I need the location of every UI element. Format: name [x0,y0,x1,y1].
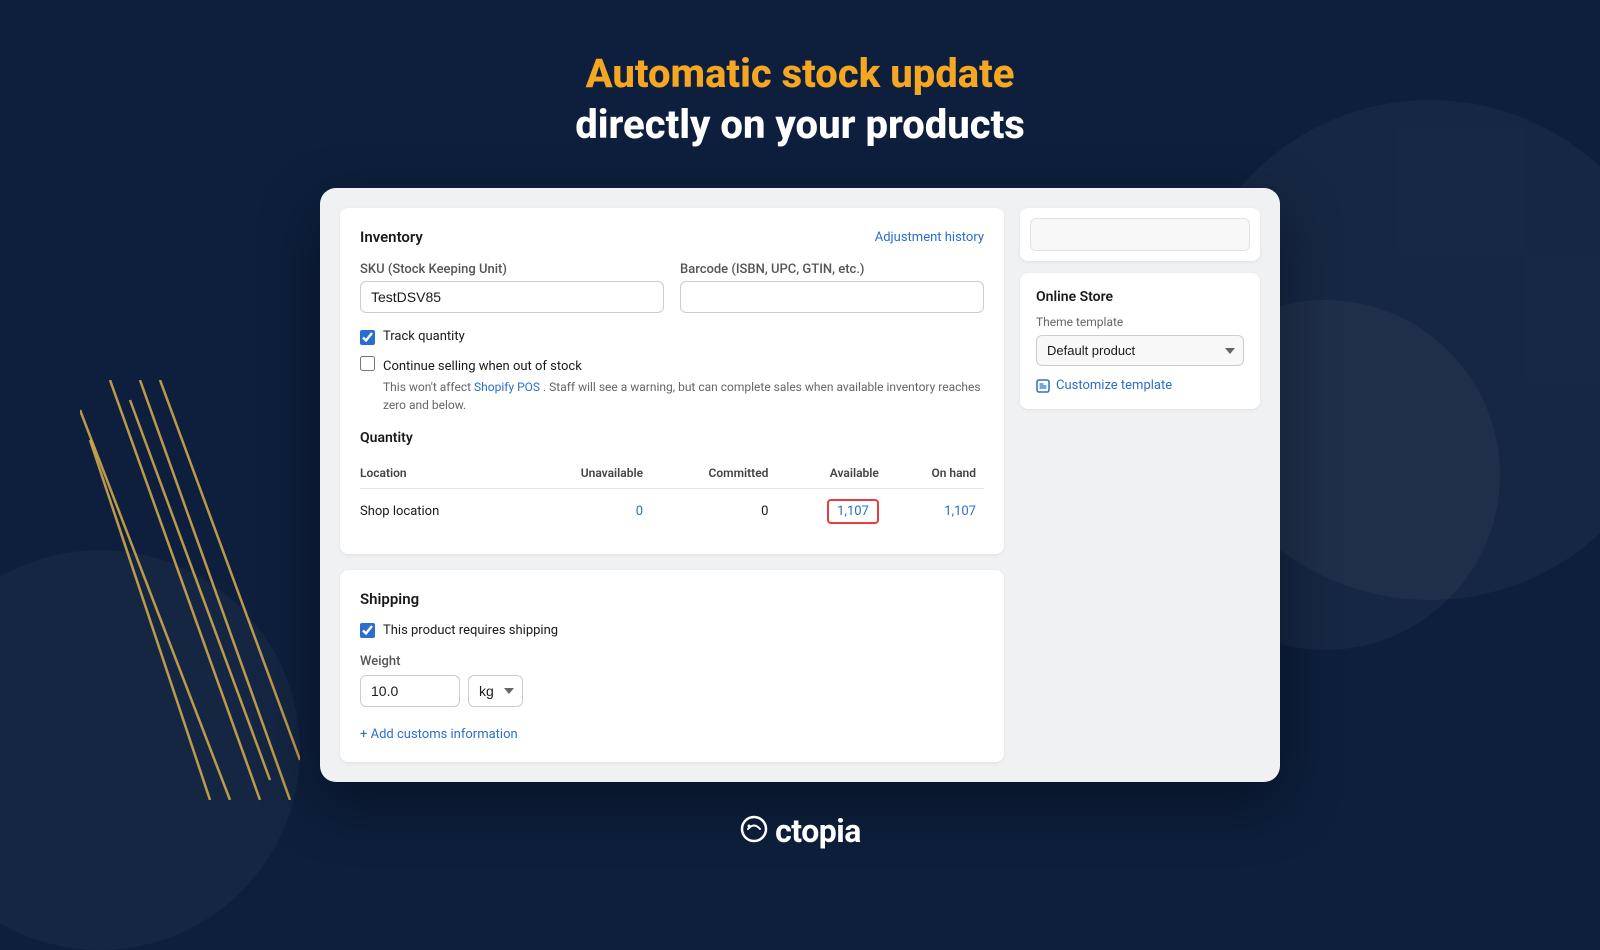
weight-group: Weight kg lb oz g [360,654,984,707]
shipping-title: Shipping [360,590,984,608]
barcode-group: Barcode (ISBN, UPC, GTIN, etc.) [680,262,984,313]
bottom-logo: ctopia [739,812,861,850]
requires-shipping-label[interactable]: This product requires shipping [383,623,558,638]
available-value-highlight: 1,107 [827,499,879,524]
quantity-table: Location Unavailable Committed Available… [360,460,984,534]
col-available: Available [776,460,886,489]
desc-part2: . Staff will see a warning, but can comp… [383,380,981,412]
left-panel: Inventory Adjustment history SKU (Stock … [340,208,1004,762]
right-panel: Online Store Theme template Default prod… [1020,208,1260,762]
continue-selling-label[interactable]: Continue selling when out of stock [383,359,582,374]
customize-template-text: Customize template [1056,378,1172,393]
headline: Automatic stock update directly on your … [575,50,1025,148]
continue-selling-desc: This won't affect Shopify POS . Staff wi… [383,378,984,414]
headline-line1: Automatic stock update [575,50,1025,97]
col-committed: Committed [651,460,776,489]
logo-icon-area [739,814,771,848]
track-quantity-item: Track quantity [360,329,984,345]
sku-input[interactable] [360,281,664,313]
weight-row: kg lb oz g [360,675,984,707]
theme-template-select[interactable]: Default product [1036,335,1244,366]
col-unavailable: Unavailable [521,460,651,489]
online-store-card: Online Store Theme template Default prod… [1020,273,1260,409]
requires-shipping-row: This product requires shipping [360,622,984,638]
row-committed: 0 [651,489,776,535]
online-store-title: Online Store [1036,289,1244,305]
sku-barcode-row: SKU (Stock Keeping Unit) Barcode (ISBN, … [360,262,984,313]
logo-text: ctopia [775,812,861,850]
inventory-section: Inventory Adjustment history SKU (Stock … [340,208,1004,554]
row-unavailable: 0 [521,489,651,535]
page-content: Automatic stock update directly on your … [0,0,1600,850]
continue-selling-content: Continue selling when out of stock This … [383,355,984,414]
row-available: 1,107 [776,489,886,535]
table-row: Shop location 0 0 1,107 [360,489,984,535]
continue-selling-checkbox[interactable] [360,356,375,371]
weight-input[interactable] [360,675,460,707]
search-bar-card [1020,208,1260,261]
continue-selling-item: Continue selling when out of stock This … [360,355,984,414]
inventory-title: Inventory [360,228,423,246]
barcode-input[interactable] [680,281,984,313]
shopify-pos-link[interactable]: Shopify POS [474,380,540,394]
col-location: Location [360,460,521,489]
quantity-title: Quantity [360,430,984,446]
adjustment-history-link[interactable]: Adjustment history [875,230,984,245]
main-card: Inventory Adjustment history SKU (Stock … [320,188,1280,782]
weight-label: Weight [360,654,984,669]
customize-icon [1036,379,1050,393]
shipping-section: Shipping This product requires shipping … [340,570,1004,762]
requires-shipping-checkbox[interactable] [360,623,375,638]
row-location: Shop location [360,489,521,535]
theme-template-label: Theme template [1036,315,1244,329]
sku-group: SKU (Stock Keeping Unit) [360,262,664,313]
customize-template-link[interactable]: Customize template [1036,378,1244,393]
checkbox-group: Track quantity Continue selling when out… [360,329,984,414]
col-on-hand: On hand [887,460,984,489]
quantity-section: Quantity Location Unavailable Committed … [360,430,984,534]
barcode-label: Barcode (ISBN, UPC, GTIN, etc.) [680,262,984,277]
sku-label: SKU (Stock Keeping Unit) [360,262,664,277]
track-quantity-label[interactable]: Track quantity [383,329,465,344]
desc-part1: This won't affect [383,380,471,394]
row-on-hand: 1,107 [887,489,984,535]
weight-unit-select[interactable]: kg lb oz g [468,675,523,707]
inventory-header: Inventory Adjustment history [360,228,984,246]
search-input[interactable] [1030,218,1250,251]
track-quantity-checkbox[interactable] [360,330,375,345]
add-customs-link[interactable]: + Add customs information [360,727,518,742]
headline-line2: directly on your products [575,101,1025,148]
